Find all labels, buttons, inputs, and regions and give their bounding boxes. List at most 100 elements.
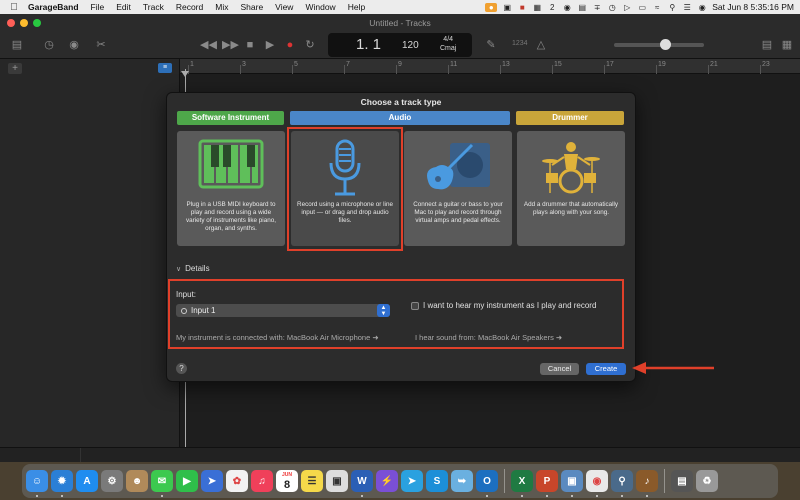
apple-menu-icon[interactable]:  <box>6 2 22 13</box>
menu-help[interactable]: Help <box>342 2 371 12</box>
safari-icon[interactable]: ✹ <box>51 470 73 497</box>
system-settings-icon[interactable]: ⚙ <box>101 470 123 492</box>
input-select[interactable]: Input 1 ▲ ▼ <box>176 304 390 317</box>
notes-icon[interactable]: ☰ <box>301 470 323 492</box>
siri-icon[interactable]: ◉ <box>697 3 707 12</box>
control-center-icon[interactable]: ☰ <box>682 3 692 12</box>
loop-browser-icon[interactable]: ▦ <box>780 38 794 52</box>
app-status-icon[interactable]: ■ <box>517 3 527 12</box>
wifi-icon[interactable]: ≈ <box>652 3 662 12</box>
finder-icon[interactable]: ☺ <box>26 470 48 497</box>
skype-icon[interactable]: S <box>426 470 448 492</box>
maps-icon[interactable]: ➤ <box>201 470 223 492</box>
battery-icon[interactable]: ▭ <box>637 3 647 12</box>
menubar-clock[interactable]: Sat Jun 8 5:35:16 PM <box>712 2 794 12</box>
record-icon[interactable]: ● <box>283 38 297 52</box>
time-machine-icon[interactable]: ◷ <box>607 3 617 12</box>
tab-audio[interactable]: Audio <box>290 111 510 125</box>
music-icon[interactable]: ♫ <box>251 470 273 492</box>
play-icon[interactable]: ▷ <box>622 3 632 12</box>
create-button[interactable]: Create <box>586 363 626 375</box>
menu-share[interactable]: Share <box>234 2 269 12</box>
trash-icon[interactable]: ♻ <box>696 470 718 492</box>
grid-icon[interactable]: ▦ <box>532 3 542 12</box>
notification-badge[interactable]: 2 <box>547 3 557 12</box>
dock-separator <box>504 469 505 493</box>
menu-file[interactable]: File <box>85 2 111 12</box>
telegram-icon[interactable]: ➤ <box>401 470 423 492</box>
master-volume-slider[interactable] <box>614 43 704 47</box>
metronome-icon[interactable]: △ <box>534 38 548 52</box>
help-button[interactable]: ? <box>176 363 187 374</box>
rewind-icon[interactable]: ◀◀ <box>200 38 217 52</box>
fast-forward-icon[interactable]: ▶▶ <box>222 38 239 52</box>
messages-icon[interactable]: ✉ <box>151 470 173 497</box>
menu-edit[interactable]: Edit <box>110 2 137 12</box>
playhead-handle[interactable] <box>181 71 189 77</box>
notepad-icon[interactable]: ▤ <box>760 38 774 52</box>
sound-output-label: I hear sound from: MacBook Air Speakers <box>415 333 554 342</box>
cycle-icon[interactable]: ↻ <box>303 38 317 52</box>
eye-icon[interactable]: ◉ <box>562 3 572 12</box>
cancel-button[interactable]: Cancel <box>540 363 579 375</box>
powerpoint-icon[interactable]: P <box>536 470 558 497</box>
help-circle-icon[interactable]: ◷ <box>42 38 56 52</box>
monitoring-label[interactable]: I want to hear my instrument as I play a… <box>423 301 596 310</box>
smart-filter-icon[interactable]: ≡ <box>158 63 172 73</box>
editors-icon[interactable]: ✂ <box>94 38 108 52</box>
master-volume-knob[interactable] <box>660 39 671 50</box>
menu-app-name[interactable]: GarageBand <box>22 2 85 12</box>
menu-view[interactable]: View <box>269 2 299 12</box>
details-disclosure[interactable]: ∨ Details <box>176 264 210 273</box>
tab-drummer[interactable]: Drummer <box>516 111 624 125</box>
card-software-instrument[interactable]: Plug in a USB MIDI keyboard to play and … <box>177 131 285 246</box>
messenger-icon[interactable]: ⚡ <box>376 470 398 492</box>
excel-icon[interactable]: X <box>511 470 533 497</box>
menu-mix[interactable]: Mix <box>209 2 234 12</box>
ruler-tick-label: 1 <box>190 61 194 68</box>
search-icon[interactable]: ⚲ <box>667 3 677 12</box>
app-store-icon[interactable]: A <box>76 470 98 492</box>
bluetooth-icon[interactable]: ∓ <box>592 3 602 12</box>
input-label: Input: <box>176 290 197 299</box>
arrow-circle-icon[interactable]: ➜ <box>556 333 562 342</box>
word-icon[interactable]: W <box>351 470 373 497</box>
smart-controls-icon[interactable]: ◉ <box>67 38 81 52</box>
menu-track[interactable]: Track <box>137 2 170 12</box>
card-audio-guitar[interactable]: Connect a guitar or bass to your Mac to … <box>404 131 512 246</box>
card-drummer[interactable]: Add a drummer that automatically plays a… <box>517 131 625 246</box>
menu-record[interactable]: Record <box>170 2 209 12</box>
facetime-icon[interactable]: ▶ <box>176 470 198 492</box>
arrow-circle-icon[interactable]: ➜ <box>372 333 378 342</box>
send-icon[interactable]: ➥ <box>451 470 473 492</box>
sound-output-text[interactable]: I hear sound from: MacBook Air Speakers … <box>415 333 562 342</box>
menu-window[interactable]: Window <box>299 2 341 12</box>
chrome-icon[interactable]: ◉ <box>586 470 608 497</box>
downloads-folder-icon[interactable]: ▤ <box>671 470 693 492</box>
microphone-in-use-icon[interactable]: ● <box>485 2 498 12</box>
contacts-icon[interactable]: ☻ <box>126 470 148 492</box>
count-in-label[interactable]: 1234 <box>512 40 528 47</box>
chevron-up-down-icon[interactable]: ▲ ▼ <box>377 304 390 317</box>
monitoring-checkbox[interactable] <box>411 302 419 310</box>
photos-icon[interactable]: ✿ <box>226 470 248 492</box>
dialog-title: Choose a track type <box>360 97 442 107</box>
calendar-day: 8 <box>283 478 291 491</box>
search-app-icon[interactable]: ⚲ <box>611 470 633 497</box>
library-icon[interactable]: ▤ <box>10 38 24 52</box>
preview-icon[interactable]: ▣ <box>326 470 348 492</box>
screenshot-app-icon[interactable]: ▣ <box>561 470 583 497</box>
screen-record-icon[interactable]: ▣ <box>502 3 512 12</box>
tuner-icon[interactable]: ✎ <box>484 38 498 52</box>
add-track-button[interactable]: + <box>8 63 22 74</box>
play-icon[interactable]: ▶ <box>263 38 277 52</box>
timeline-ruler[interactable]: 1 3 5 7 9 11 13 15 17 19 21 23 <box>180 59 800 74</box>
tab-software-instrument[interactable]: Software Instrument <box>177 111 284 125</box>
outlook-icon[interactable]: O <box>476 470 498 497</box>
lcd-display[interactable]: 1. 1 120 4/4 Cmaj <box>328 33 472 57</box>
garageband-icon[interactable]: ♪ <box>636 470 658 497</box>
instrument-connected-text[interactable]: My instrument is connected with: MacBook… <box>176 333 379 342</box>
calendar-icon[interactable]: JUN 8 <box>276 470 298 492</box>
drive-icon[interactable]: ▤ <box>577 3 587 12</box>
stop-icon[interactable]: ■ <box>243 38 257 52</box>
